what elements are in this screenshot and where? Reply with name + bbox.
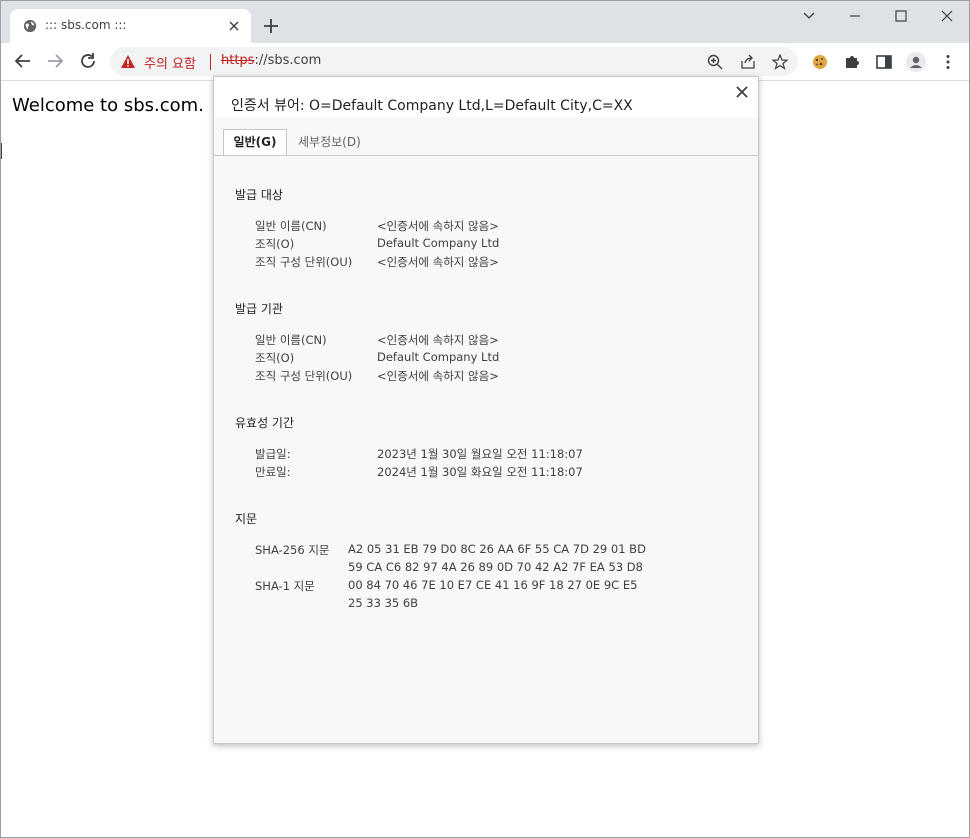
issued-on-label: 발급일:: [255, 447, 291, 461]
dialog-header: 인증서 뷰어: O=Default Company Ltd,L=Default …: [214, 77, 758, 117]
issued-on-value: 2023년 1월 30일 월요일 오전 11:18:07: [377, 447, 583, 461]
side-panel-icon[interactable]: [875, 53, 893, 71]
sha256-value-line1: A2 05 31 EB 79 D0 8C 26 AA 6F 55 CA 7D 2…: [348, 542, 646, 556]
tab-divider: [214, 155, 758, 156]
tab-sbs[interactable]: ::: sbs.com :::: [10, 9, 251, 43]
issued-by-cn-value: <인증서에 속하지 않음>: [377, 333, 499, 347]
issued-by-ou-value: <인증서에 속하지 않음>: [377, 369, 499, 383]
bookmark-star-icon[interactable]: [772, 54, 788, 70]
warning-icon[interactable]: [120, 54, 136, 69]
cookie-icon[interactable]: [811, 53, 829, 71]
tab-details[interactable]: 세부정보(D): [298, 129, 361, 154]
omnibox-divider: [210, 54, 211, 70]
issued-by-o-label: 조직(O): [255, 351, 295, 365]
reload-icon[interactable]: [79, 52, 97, 70]
address-bar[interactable]: 주의 요함 https://sbs.com: [110, 47, 798, 76]
issued-to-o-label: 조직(O): [255, 237, 295, 251]
globe-icon: [23, 19, 37, 33]
maximize-icon[interactable]: [890, 7, 912, 25]
issued-by-ou-label: 조직 구성 단위(OU): [255, 369, 353, 383]
close-tab-icon[interactable]: [226, 18, 242, 34]
issued-to-o-value: Default Company Ltd: [377, 236, 500, 250]
minimize-icon[interactable]: [844, 7, 866, 25]
issued-to-heading: 발급 대상: [235, 188, 283, 202]
expires-on-value: 2024년 1월 30일 화요일 오전 11:18:07: [377, 465, 583, 479]
security-warning-label[interactable]: 주의 요함: [144, 53, 196, 72]
welcome-text: Welcome to sbs.com.: [12, 95, 204, 116]
issued-to-cn-label: 일반 이름(CN): [255, 219, 327, 233]
tab-strip: ::: sbs.com :::: [1, 1, 969, 43]
issued-to-cn-value: <인증서에 속하지 않음>: [377, 219, 499, 233]
close-window-icon[interactable]: [936, 7, 958, 25]
url-scheme: https: [221, 53, 255, 68]
url-host: ://sbs.com: [254, 53, 322, 68]
tab-title: ::: sbs.com :::: [45, 18, 127, 32]
dialog-title: 인증서 뷰어: O=Default Company Ltd,L=Default …: [231, 98, 633, 114]
sha1-value-line2: 25 33 35 6B: [348, 596, 419, 610]
close-icon[interactable]: [735, 85, 749, 99]
issued-to-ou-label: 조직 구성 단위(OU): [255, 255, 353, 269]
profile-avatar-icon[interactable]: [906, 52, 926, 72]
issued-to-ou-value: <인증서에 속하지 않음>: [377, 255, 499, 269]
issued-by-o-value: Default Company Ltd: [377, 350, 500, 364]
validity-heading: 유효성 기간: [235, 416, 295, 430]
url-text[interactable]: https://sbs.com: [221, 53, 321, 68]
expires-on-label: 만료일:: [255, 465, 291, 479]
sha1-value-line1: 00 84 70 46 7E 10 E7 CE 41 16 9F 18 27 0…: [348, 578, 638, 592]
extensions-puzzle-icon[interactable]: [843, 53, 861, 71]
sha1-label: SHA-1 지문: [255, 579, 315, 593]
chevron-down-icon[interactable]: [798, 7, 820, 25]
back-icon[interactable]: [14, 52, 32, 70]
browser-window: ::: sbs.com ::: 주의 요함 https://sbs.com We…: [0, 0, 970, 838]
new-tab-icon[interactable]: [262, 17, 280, 35]
issued-by-cn-label: 일반 이름(CN): [255, 333, 327, 347]
share-icon[interactable]: [740, 54, 756, 70]
more-menu-icon[interactable]: [939, 53, 957, 71]
fingerprints-heading: 지문: [235, 512, 258, 526]
forward-icon[interactable]: [46, 52, 64, 70]
issued-by-heading: 발급 기관: [235, 302, 283, 316]
zoom-icon[interactable]: [707, 54, 723, 70]
sha256-value-line2: 59 CA C6 82 97 4A 26 89 0D 70 42 A2 7F E…: [348, 560, 643, 574]
page-edge-mark: [1, 143, 2, 159]
tab-general[interactable]: 일반(G): [223, 129, 287, 156]
sha256-label: SHA-256 지문: [255, 543, 330, 557]
certificate-viewer-dialog: 인증서 뷰어: O=Default Company Ltd,L=Default …: [213, 76, 759, 744]
